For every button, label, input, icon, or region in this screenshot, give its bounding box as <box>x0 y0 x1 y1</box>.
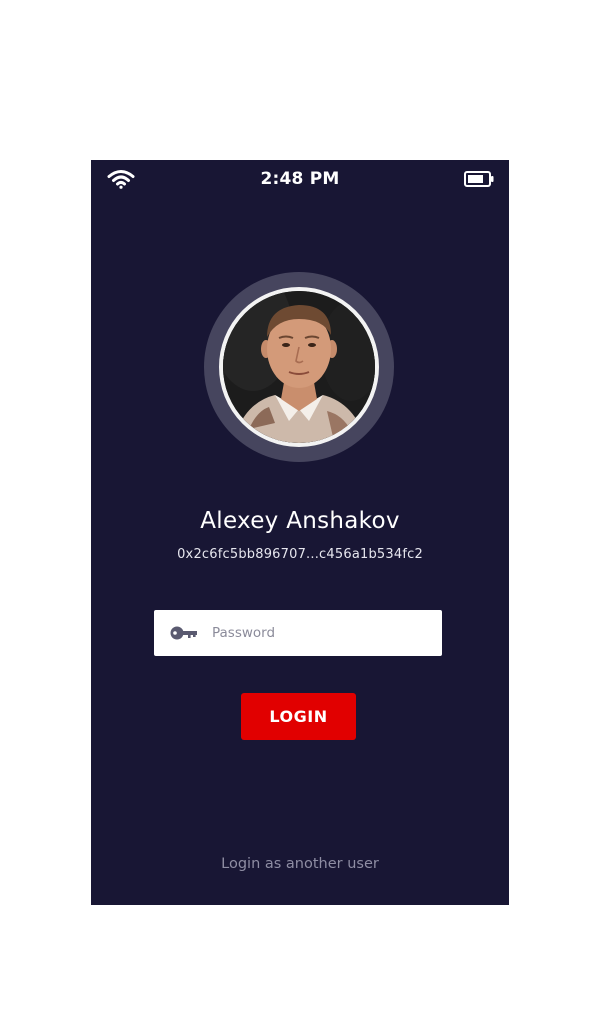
status-time: 2:48 PM <box>260 169 340 189</box>
login-screen: 2:48 PM Alexey Anshakov 0x2c6fc5bb896707… <box>91 160 509 905</box>
password-field[interactable] <box>154 610 442 656</box>
login-button[interactable]: LOGIN <box>241 693 356 740</box>
battery-icon <box>464 171 494 187</box>
wallet-address: 0x2c6fc5bb896707...c456a1b534fc2 <box>177 547 423 562</box>
user-photo-icon <box>223 291 375 443</box>
password-input[interactable] <box>212 610 432 656</box>
user-name: Alexey Anshakov <box>200 508 400 534</box>
key-icon <box>170 626 197 640</box>
status-bar: 2:48 PM <box>91 160 509 198</box>
avatar <box>219 287 379 447</box>
login-another-user-link[interactable]: Login as another user <box>91 856 509 872</box>
